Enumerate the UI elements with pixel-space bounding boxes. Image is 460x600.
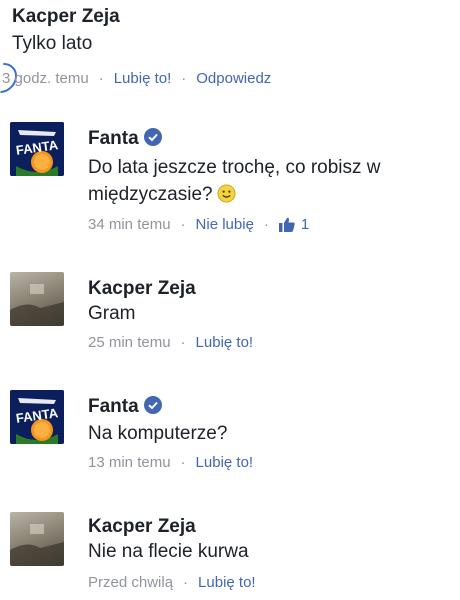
comment-time[interactable]: 3 godz. temu (2, 70, 89, 87)
fanta-logo-icon: FANTA (10, 122, 64, 176)
comment-text: Tylko lato (12, 33, 93, 54)
fanta-logo-icon: FANTA (10, 390, 64, 444)
separator-dot: · (98, 70, 104, 87)
comment-author[interactable]: Fanta (88, 128, 162, 150)
reply-button[interactable]: Odpowiedz (196, 70, 271, 87)
author-name[interactable]: Fanta (88, 396, 139, 417)
separator-dot: · (183, 574, 189, 591)
comment-author[interactable]: Fanta (88, 396, 162, 418)
comment-meta: 34 min temu · Nie lubię · 1 (88, 216, 309, 233)
comment-time[interactable]: 13 min temu (88, 454, 171, 471)
unlike-button[interactable]: Nie lubię (196, 216, 254, 233)
comment-text: Na komputerze? (88, 423, 228, 444)
smiley-emoji-icon (217, 184, 236, 203)
avatar-kacper[interactable] (10, 272, 64, 326)
like-button[interactable]: Lubię to! (196, 454, 254, 471)
comment-meta: 3 godz. temu · Lubię to! · Odpowiedz (2, 70, 271, 87)
separator-dot: · (181, 70, 187, 87)
like-count[interactable]: 1 (301, 216, 309, 233)
like-button[interactable]: Lubię to! (114, 70, 172, 87)
avatar-fanta[interactable]: FANTA (10, 122, 64, 176)
like-button[interactable]: Lubię to! (198, 574, 256, 591)
separator-dot: · (180, 454, 186, 471)
separator-dot: · (180, 334, 186, 351)
comment-meta: 25 min temu · Lubię to! (88, 334, 253, 351)
comment-author[interactable]: Kacper Zeja (88, 516, 196, 538)
comment-author[interactable]: Kacper Zeja (88, 278, 196, 300)
avatar-kacper[interactable] (10, 512, 64, 566)
comment-time[interactable]: Przed chwilą (88, 574, 173, 591)
author-name[interactable]: Fanta (88, 128, 139, 149)
profile-photo-icon (10, 284, 64, 326)
comment-text: Nie na flecie kurwa (88, 541, 249, 562)
avatar-fanta[interactable]: FANTA (10, 390, 64, 444)
separator-dot: · (180, 216, 186, 233)
comment-author[interactable]: Kacper Zeja (12, 6, 120, 28)
thumbs-up-icon[interactable] (278, 217, 295, 232)
comment-time[interactable]: 34 min temu (88, 216, 171, 233)
comment-meta: 13 min temu · Lubię to! (88, 454, 253, 471)
comment-time[interactable]: 25 min temu (88, 334, 171, 351)
like-button[interactable]: Lubię to! (196, 334, 254, 351)
verified-badge-icon (143, 128, 162, 146)
comment-text: Gram (88, 303, 136, 324)
comment-text: Do lata jeszcze trochę, co robisz w międ… (88, 154, 438, 208)
profile-photo-icon (10, 524, 64, 566)
separator-dot: · (263, 216, 269, 233)
verified-badge-icon (143, 396, 162, 414)
comment-meta: Przed chwilą · Lubię to! (88, 574, 256, 591)
